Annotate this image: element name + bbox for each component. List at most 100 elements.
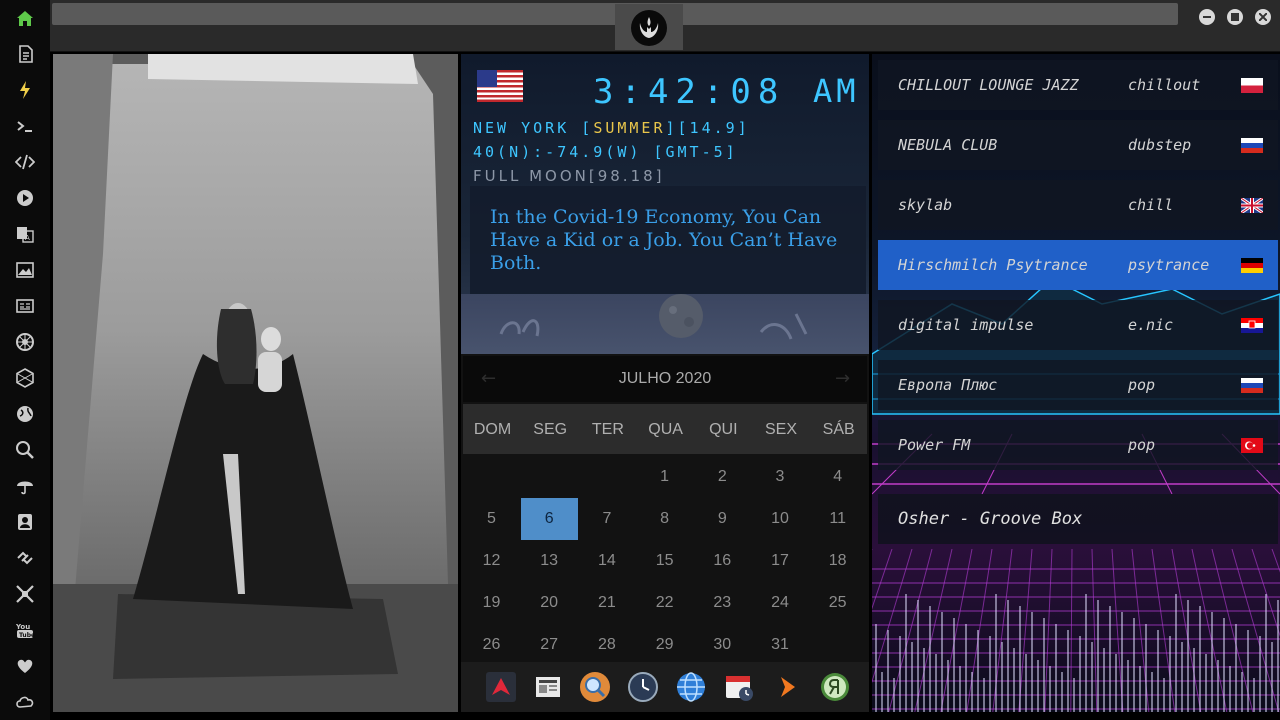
calendar-day[interactable]: 3 [752,456,809,498]
news-headline-box[interactable]: In the Covid-19 Economy, You Can Have a … [470,186,866,294]
translate-icon[interactable]: A [12,221,38,247]
station-genre: chillout [1128,76,1201,94]
radio-station[interactable]: skylab chill [878,180,1278,230]
cloud-icon[interactable] [12,689,38,715]
calendar-day[interactable]: 31 [752,624,809,666]
radio-station[interactable]: CHILLOUT LOUNGE JAZZ chillout [878,60,1278,110]
home-icon[interactable] [12,5,38,31]
station-name: Hirschmilch Psytrance [898,256,1088,274]
station-genre: pop [1128,436,1156,454]
city-prefix: NEW YORK [ [473,119,594,137]
calendar-day[interactable]: 8 [636,498,693,540]
calendar-day[interactable]: 22 [636,582,693,624]
calendar-day[interactable]: 9 [694,498,751,540]
search-icon[interactable] [12,437,38,463]
station-name: Европа Плюс [898,376,998,394]
now-playing-bar[interactable]: Osher - Groove Box [878,494,1278,544]
radio-station[interactable]: digital impulse e.nic [878,300,1278,350]
calendar-day[interactable]: 30 [694,624,751,666]
calendar-day[interactable]: 28 [578,624,635,666]
next-month-button[interactable]: → [835,368,850,389]
svg-text:You: You [15,623,30,631]
forward-app-icon[interactable] [771,671,803,703]
news-icon[interactable] [12,293,38,319]
youtube-icon[interactable]: You Tube [12,617,38,643]
document-icon[interactable] [12,41,38,67]
calendar-day[interactable]: 21 [578,582,635,624]
calendar-day[interactable]: 2 [694,456,751,498]
search-app-icon[interactable] [579,671,611,703]
world-clock: 3:42:08 AM NEW YORK [SUMMER][14.9] 40(N)… [461,54,869,354]
globe-app-icon[interactable] [675,671,707,703]
radio-station[interactable]: Европа Плюс pop [878,360,1278,410]
expand-icon[interactable] [12,581,38,607]
calendar-day[interactable]: 11 [809,498,866,540]
arrow-app-icon[interactable] [485,671,517,703]
moon-icon [499,294,808,340]
maximize-button[interactable] [1227,9,1243,25]
contacts-icon[interactable] [12,509,38,535]
link-icon[interactable] [12,545,38,571]
weekday-label: TER [591,421,624,438]
calendar-app-icon[interactable] [723,671,755,703]
clock-location: NEW YORK [SUMMER][14.9] [473,119,750,137]
calendar-day[interactable]: 15 [636,540,693,582]
calendar-header: ← JULHO 2020 → [463,356,867,402]
yandex-app-icon[interactable] [819,671,851,703]
calendar-day[interactable]: 1 [636,456,693,498]
empire-icon[interactable] [12,329,38,355]
photo-panel [53,54,458,712]
calendar-day[interactable]: 26 [463,624,520,666]
gb-flag-icon [1241,198,1263,213]
radio-station[interactable]: Power FM pop [878,420,1278,470]
calendar-day[interactable]: 17 [752,540,809,582]
minimize-button[interactable] [1199,9,1215,25]
calendar-day[interactable]: 14 [578,540,635,582]
hexagon-icon[interactable] [12,365,38,391]
globe-icon[interactable] [12,401,38,427]
lightning-icon[interactable] [12,77,38,103]
calendar-day[interactable]: 5 [463,498,520,540]
radio-panel: CHILLOUT LOUNGE JAZZ chillout NEBULA CLUB d… [872,54,1280,712]
calendar-day[interactable]: 13 [521,540,578,582]
clock-ampm: AM [813,72,860,110]
calendar-day[interactable]: 27 [521,624,578,666]
calendar-day-today[interactable]: 6 [520,498,578,540]
sidebar: A You Tube [0,0,50,720]
calendar-day[interactable]: 23 [694,582,751,624]
newspaper-app-icon[interactable] [532,671,564,703]
calendar-day[interactable]: 24 [752,582,809,624]
weekday-label: SEG [533,421,568,438]
season-label: SUMMER [593,119,666,137]
calendar-day[interactable]: 25 [809,582,866,624]
hr-flag-icon [1241,318,1263,333]
us-flag-icon [477,70,523,102]
heart-icon[interactable] [12,653,38,679]
image-icon[interactable] [12,257,38,283]
station-genre: dubstep [1128,136,1192,154]
umbrella-icon[interactable] [12,473,38,499]
news-headline[interactable]: In the Covid-19 Economy, You Can Have a … [490,206,850,275]
clock-coordinates: 40(N):-74.9(W) [GMT-5] [473,143,738,161]
calendar-day[interactable]: 10 [752,498,809,540]
calendar-day[interactable]: 18 [809,540,866,582]
close-button[interactable] [1255,9,1271,25]
calendar-day[interactable]: 12 [463,540,520,582]
calendar-day[interactable]: 20 [521,582,578,624]
terminal-icon[interactable] [12,113,38,139]
station-genre: pop [1128,376,1156,394]
station-genre: chill [1128,196,1174,214]
radio-station[interactable]: Hirschmilch Psytrance psytrance [878,240,1278,290]
calendar-day[interactable]: 29 [636,624,693,666]
city-suffix: ][14.9] [665,119,750,137]
calendar-day[interactable]: 16 [694,540,751,582]
play-icon[interactable] [12,185,38,211]
de-flag-icon [1241,258,1263,273]
clock-app-icon[interactable] [627,671,659,703]
code-icon[interactable] [12,149,38,175]
calendar-day[interactable]: 19 [463,582,520,624]
radio-station[interactable]: NEBULA CLUB dubstep [878,120,1278,170]
station-name: Power FM [898,436,971,454]
calendar-day[interactable]: 7 [578,498,635,540]
calendar-day[interactable]: 4 [809,456,866,498]
